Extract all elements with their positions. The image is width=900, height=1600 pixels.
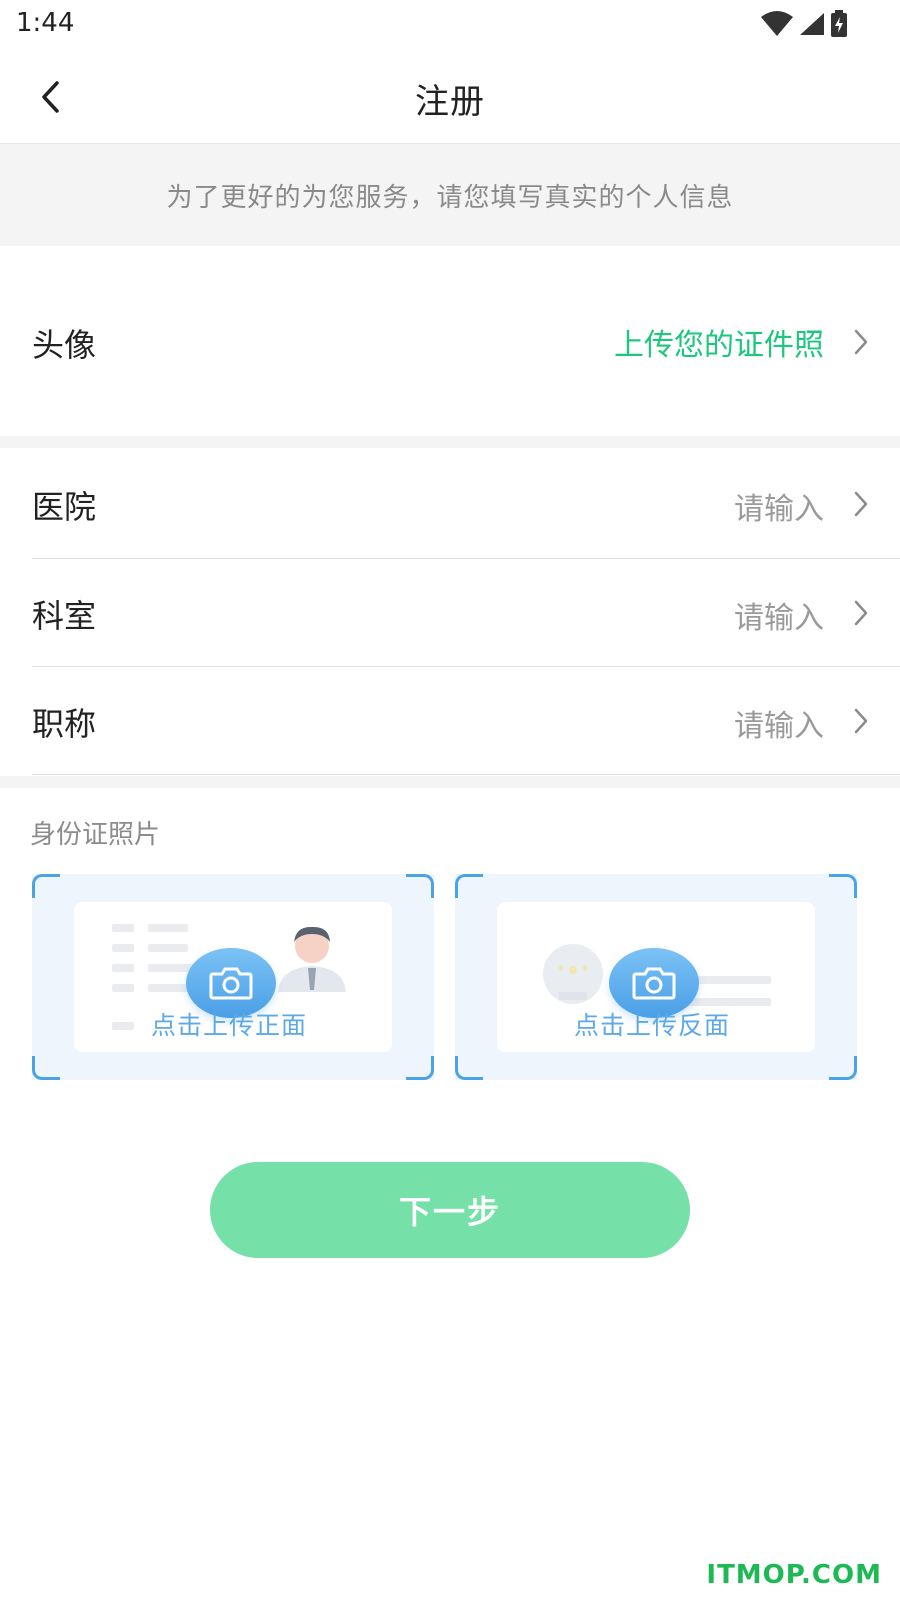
placeholder-line	[112, 964, 134, 972]
person-portrait-icon	[278, 926, 346, 992]
chevron-right-icon	[854, 600, 868, 626]
nav-bar: 注册	[0, 50, 900, 144]
id-back-caption: 点击上传反面	[573, 1011, 730, 1040]
id-back-upload[interactable]: 点击上传反面	[455, 874, 857, 1080]
job-title-label: 职称	[32, 705, 97, 743]
status-time: 1:44	[16, 8, 75, 38]
chevron-right-icon	[854, 491, 868, 517]
hospital-row[interactable]: 医院 请输入	[0, 448, 900, 558]
id-photo-title: 身份证照片	[30, 820, 161, 850]
frame-corner	[406, 874, 434, 898]
divider	[32, 774, 900, 775]
placeholder-line	[148, 944, 188, 952]
frame-corner	[32, 1056, 60, 1080]
avatar-label: 头像	[32, 326, 97, 364]
frame-corner	[455, 1056, 483, 1080]
placeholder-line	[112, 944, 134, 952]
camera-icon	[632, 967, 676, 1000]
frame-corner	[32, 874, 60, 898]
frame-corner	[829, 1056, 857, 1080]
hospital-label: 医院	[32, 488, 97, 526]
signal-icon	[800, 13, 824, 35]
placeholder-line	[112, 924, 134, 932]
status-icons	[760, 10, 848, 38]
next-step-button[interactable]: 下一步	[210, 1162, 690, 1258]
section-gap	[0, 436, 900, 448]
status-bar: 1:44	[0, 0, 900, 50]
frame-corner	[455, 874, 483, 898]
section-gap	[0, 776, 900, 788]
national-emblem-icon	[543, 944, 603, 1004]
placeholder-line	[112, 984, 134, 992]
job-title-row[interactable]: 职称 请输入	[0, 667, 900, 774]
id-front-caption: 点击上传正面	[150, 1011, 307, 1040]
chevron-right-icon	[854, 708, 868, 734]
department-row[interactable]: 科室 请输入	[0, 559, 900, 666]
avatar-row[interactable]: 头像 上传您的证件照	[0, 246, 900, 436]
job-title-input[interactable]: 请输入	[734, 701, 824, 745]
camera-icon	[209, 967, 253, 1000]
hospital-input[interactable]: 请输入	[734, 484, 824, 528]
frame-corner	[406, 1056, 434, 1080]
watermark: ITMOP.COM	[706, 1560, 882, 1590]
department-input[interactable]: 请输入	[734, 593, 824, 637]
department-label: 科室	[32, 597, 97, 635]
placeholder-line	[148, 924, 188, 932]
battery-charging-icon	[831, 10, 847, 37]
info-notice: 为了更好的为您服务，请您填写真实的个人信息	[0, 144, 900, 246]
page-title: 注册	[415, 82, 485, 122]
wifi-icon	[761, 11, 793, 36]
avatar-upload-link[interactable]: 上传您的证件照	[614, 320, 824, 364]
frame-corner	[829, 874, 857, 898]
id-front-upload[interactable]: 点击上传正面	[32, 874, 434, 1080]
chevron-right-icon	[854, 329, 868, 355]
